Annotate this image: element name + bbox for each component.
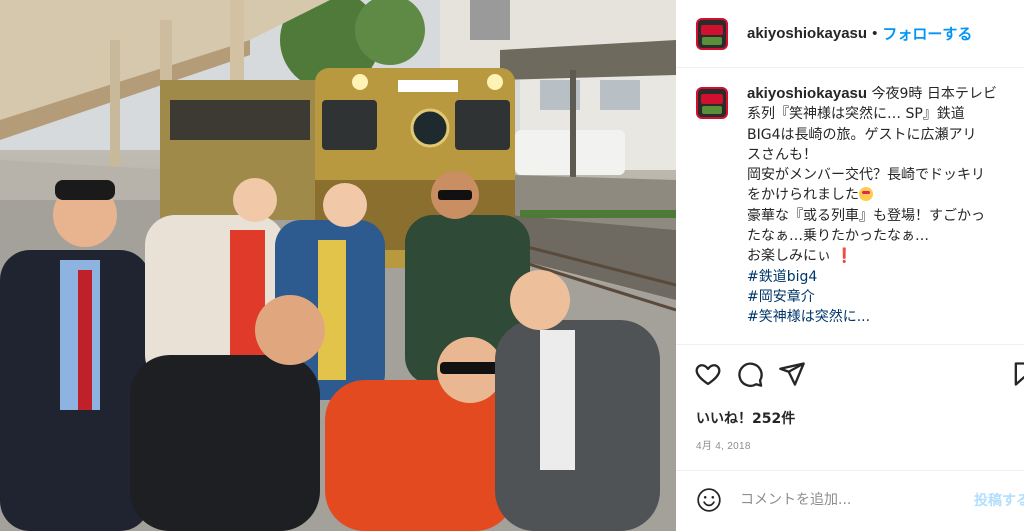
caption-line: 岡安がメンバー交代？長崎でドッキリ [747, 167, 985, 184]
caption-text-line: をかけられました [747, 187, 859, 204]
caption-username[interactable]: akiyoshiokayasu [747, 85, 867, 102]
hashtag-link[interactable]: #鉄道big4 [747, 267, 1024, 287]
divider [676, 344, 1024, 345]
follow-button[interactable]: フォローする [882, 23, 972, 44]
post-date[interactable]: 4月 4, 2018 [696, 437, 751, 452]
smiling-face-emoji-icon [859, 187, 873, 202]
post-actions [694, 360, 1024, 390]
comment-input[interactable] [740, 489, 970, 511]
caption-text-line: お楽しみにぃ [747, 248, 831, 265]
caption-text-line: 今夜9時 日本テレビ [867, 86, 997, 102]
hashtag-link[interactable]: #岡安章介 [747, 287, 1024, 307]
caption-line: akiyoshiokayasu 今夜9時 日本テレビ [747, 84, 1024, 104]
caption-line: 豪華な『或る列車』も登場！すごかっ [747, 207, 985, 224]
caption-line: をかけられました [747, 185, 1024, 205]
caption-avatar[interactable] [696, 87, 728, 119]
caption-line: スさんも！ [747, 146, 817, 163]
like-count[interactable]: いいね！252件 [696, 408, 795, 428]
post-caption: akiyoshiokayasu 今夜9時 日本テレビ 系列『笑神様は突然に… S… [696, 84, 1024, 328]
hashtag-link[interactable]: #笑神様は突然に... [747, 307, 1024, 327]
comment-bubble-icon[interactable] [736, 360, 764, 388]
caption-line: お楽しみにぃ ❗ [747, 246, 1024, 266]
post-photo-illustration [0, 0, 676, 531]
header-separator: • [872, 25, 878, 42]
paper-plane-icon[interactable] [778, 360, 806, 388]
caption-line: たなぁ…乗りたかったなぁ… [747, 228, 929, 245]
bookmark-icon[interactable] [1010, 360, 1024, 388]
post-header: akiyoshiokayasu • フォローする [676, 0, 1024, 68]
caption-line: BIG4は長崎の旅。ゲストに広瀬アリ [747, 126, 977, 143]
header-username[interactable]: akiyoshiokayasu [747, 25, 867, 42]
heart-outline-icon[interactable] [694, 360, 722, 388]
post-photo[interactable] [0, 0, 676, 531]
post-comment-button[interactable]: 投稿する [974, 490, 1024, 510]
caption-line: 系列『笑神様は突然に… SP』鉄道 [747, 106, 965, 123]
post-side-panel: akiyoshiokayasu • フォローする akiyoshiokayasu… [676, 0, 1024, 531]
exclamation-emoji-icon: ❗ [835, 248, 853, 265]
avatar[interactable] [696, 17, 728, 50]
caption-text: akiyoshiokayasu 今夜9時 日本テレビ 系列『笑神様は突然に… S… [747, 84, 1024, 328]
comment-bar: 投稿する [676, 471, 1024, 531]
emoji-smile-icon[interactable] [696, 487, 722, 513]
